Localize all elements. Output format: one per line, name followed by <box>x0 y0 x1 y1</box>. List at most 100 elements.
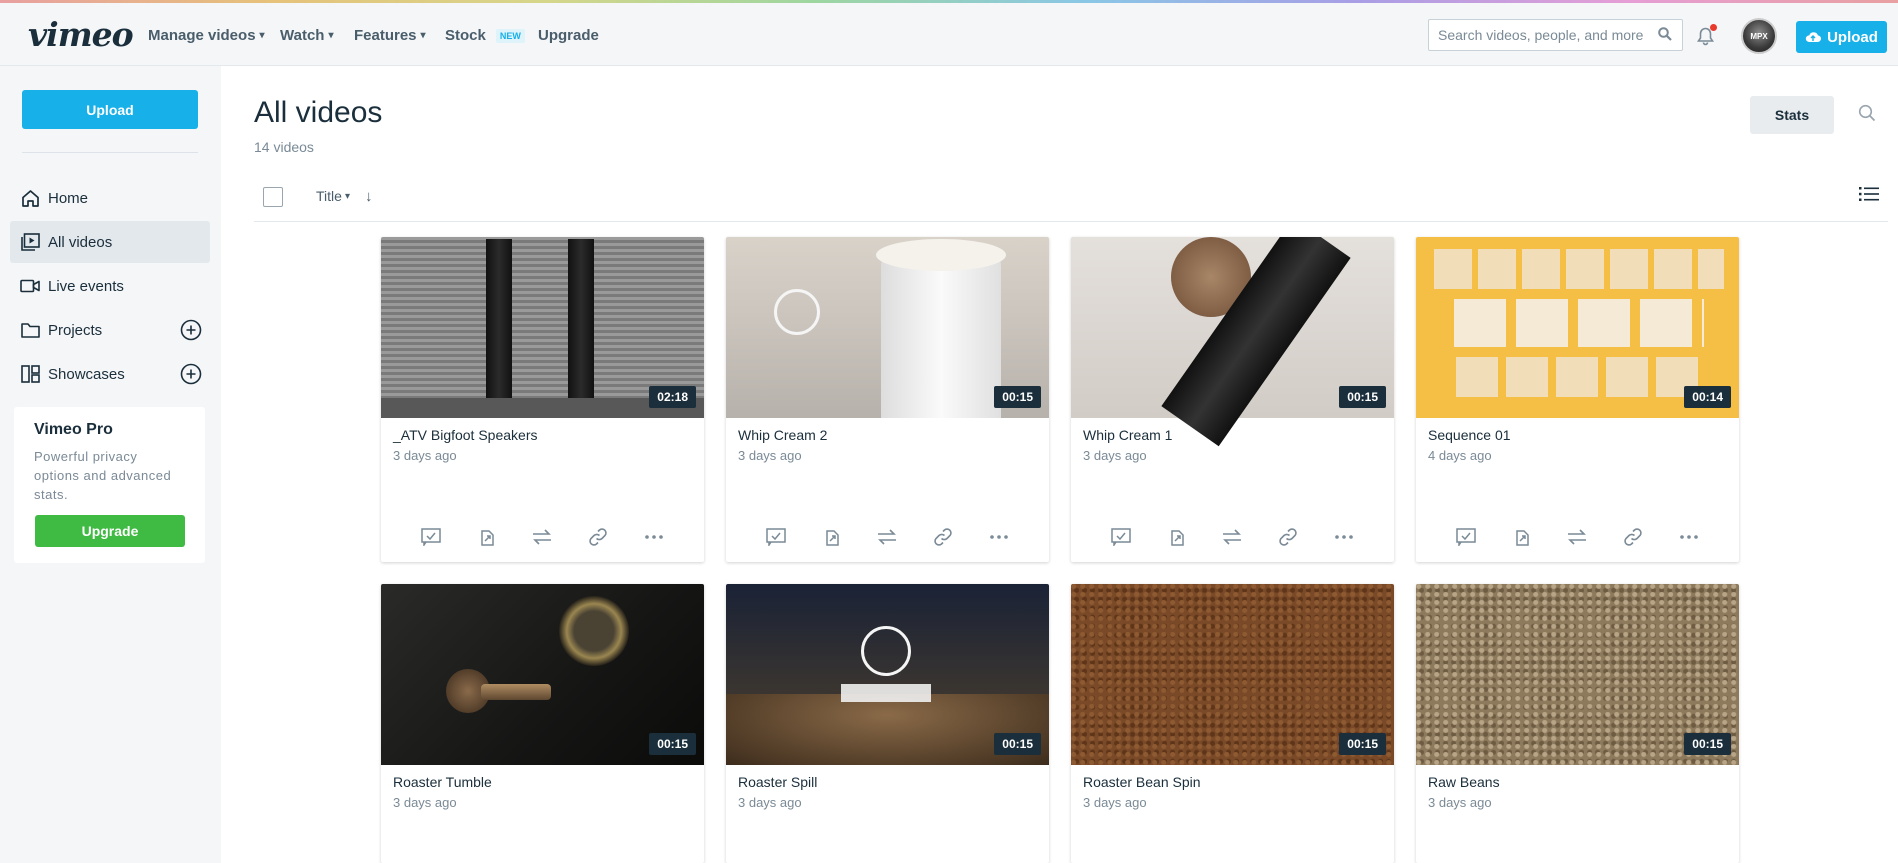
add-project-icon[interactable] <box>180 319 202 345</box>
video-date: 3 days ago <box>393 795 457 810</box>
sidebar-item-projects[interactable]: Projects <box>10 309 210 351</box>
duration-badge: 02:18 <box>649 386 696 408</box>
link-icon[interactable] <box>1276 525 1300 549</box>
nav-manage-videos-label: Manage videos <box>148 27 256 44</box>
review-icon[interactable] <box>1109 525 1133 549</box>
video-card[interactable]: 00:15 Raw Beans 3 days ago <box>1416 584 1739 863</box>
review-icon[interactable] <box>764 525 788 549</box>
video-thumbnail[interactable]: 00:15 <box>381 584 704 765</box>
list-view-icon[interactable] <box>1859 186 1879 207</box>
video-title[interactable]: Roaster Bean Spin <box>1083 774 1394 790</box>
new-badge: NEW <box>495 28 525 43</box>
share-icon[interactable] <box>1165 525 1189 549</box>
more-icon[interactable] <box>987 525 1011 549</box>
more-icon[interactable] <box>642 525 666 549</box>
share-icon[interactable] <box>820 525 844 549</box>
video-card[interactable]: 00:15 Roaster Bean Spin 3 days ago <box>1071 584 1394 863</box>
sidebar-upload-button[interactable]: Upload <box>22 90 198 129</box>
sidebar-item-showcases[interactable]: Showcases <box>10 353 210 395</box>
promo-upgrade-button[interactable]: Upgrade <box>35 515 185 547</box>
replace-icon[interactable] <box>875 525 899 549</box>
sidebar-item-label: All videos <box>48 233 113 251</box>
replace-icon[interactable] <box>1220 525 1244 549</box>
video-thumbnail[interactable]: 00:15 <box>1071 237 1394 447</box>
select-all-checkbox[interactable] <box>263 187 283 207</box>
upload-button[interactable]: Upload <box>1796 21 1887 53</box>
video-card[interactable]: 00:15 Roaster Spill 3 days ago <box>726 584 1049 863</box>
camellia-wordmark <box>841 684 931 702</box>
share-icon[interactable] <box>475 525 499 549</box>
video-card[interactable]: 02:18 _ATV Bigfoot Speakers 3 days ago <box>381 237 704 562</box>
video-title[interactable]: Whip Cream 1 <box>1083 427 1394 443</box>
nav-upgrade[interactable]: Upgrade <box>538 27 599 44</box>
replace-icon[interactable] <box>530 525 554 549</box>
nav-stock[interactable]: Stock NEW <box>445 27 525 44</box>
nav-features-label: Features <box>354 27 417 44</box>
nav-features[interactable]: Features ▾ <box>354 27 426 44</box>
video-title[interactable]: _ATV Bigfoot Speakers <box>393 427 704 443</box>
replace-icon[interactable] <box>1565 525 1589 549</box>
duration-badge: 00:15 <box>1684 733 1731 755</box>
video-title[interactable]: Raw Beans <box>1428 774 1739 790</box>
video-date: 3 days ago <box>1083 448 1147 463</box>
video-thumbnail[interactable]: 00:15 <box>1416 584 1739 765</box>
card-actions <box>381 525 704 549</box>
sidebar-item-home[interactable]: Home <box>10 177 210 219</box>
sidebar: Upload Home All videos Live events Proje… <box>0 66 221 863</box>
video-count: 14 videos <box>254 139 314 155</box>
chevron-down-icon: ▾ <box>259 30 265 41</box>
vimeo-pro-promo: Vimeo Pro Powerful privacy options and a… <box>14 407 205 563</box>
coffee-cup-image <box>881 257 1001 418</box>
video-date: 3 days ago <box>738 795 802 810</box>
camellia-logo <box>861 626 911 676</box>
video-card[interactable]: 00:14 Sequence 01 4 days ago <box>1416 237 1739 562</box>
video-card[interactable]: 00:15 Whip Cream 1 3 days ago <box>1071 237 1394 562</box>
more-icon[interactable] <box>1332 525 1356 549</box>
video-date: 3 days ago <box>738 448 802 463</box>
sidebar-item-label: Projects <box>48 321 103 339</box>
nav-stock-label: Stock <box>445 27 486 44</box>
vimeo-logo[interactable]: vimeo <box>28 15 134 54</box>
search-icon[interactable] <box>1858 104 1876 127</box>
video-thumbnail[interactable]: 00:15 <box>1071 584 1394 765</box>
video-title[interactable]: Roaster Tumble <box>393 774 704 790</box>
sort-dropdown[interactable]: Title ▾ <box>316 188 350 204</box>
video-thumbnail[interactable]: 00:15 <box>726 584 1049 765</box>
chevron-down-icon: ▾ <box>344 190 350 202</box>
review-icon[interactable] <box>1454 525 1478 549</box>
share-icon[interactable] <box>1510 525 1534 549</box>
search-input[interactable] <box>1429 20 1644 50</box>
sidebar-item-all-videos[interactable]: All videos <box>10 221 210 263</box>
sidebar-item-label: Home <box>48 189 89 207</box>
speaker-image <box>486 239 512 418</box>
main-content: All videos 14 videos Stats Title ▾ ↓ 02:… <box>221 66 1898 863</box>
nav-manage-videos[interactable]: Manage videos ▾ <box>148 27 265 44</box>
video-title[interactable]: Roaster Spill <box>738 774 1049 790</box>
add-showcase-icon[interactable] <box>180 363 202 389</box>
video-title[interactable]: Whip Cream 2 <box>738 427 1049 443</box>
stats-button[interactable]: Stats <box>1750 96 1834 134</box>
nav-watch[interactable]: Watch ▾ <box>280 27 333 44</box>
link-icon[interactable] <box>931 525 955 549</box>
avatar[interactable]: MPX <box>1741 18 1777 54</box>
review-icon[interactable] <box>419 525 443 549</box>
more-icon[interactable] <box>1677 525 1701 549</box>
video-title[interactable]: Sequence 01 <box>1428 427 1739 443</box>
link-icon[interactable] <box>586 525 610 549</box>
duration-badge: 00:15 <box>994 733 1041 755</box>
roaster-window-image <box>559 596 629 666</box>
speaker-image <box>568 239 594 418</box>
link-icon[interactable] <box>1621 525 1645 549</box>
video-card[interactable]: 00:15 Whip Cream 2 3 days ago <box>726 237 1049 562</box>
video-thumbnail[interactable]: 00:15 <box>726 237 1049 418</box>
video-thumbnail[interactable]: 00:14 <box>1416 237 1739 418</box>
title-graphic <box>1434 249 1724 289</box>
video-thumbnail[interactable]: 02:18 <box>381 237 704 418</box>
promo-title: Vimeo Pro <box>34 421 113 438</box>
sidebar-item-live-events[interactable]: Live events <box>10 265 210 307</box>
sidebar-item-label: Showcases <box>48 365 125 383</box>
video-card[interactable]: 00:15 Roaster Tumble 3 days ago <box>381 584 704 863</box>
search-icon[interactable] <box>1658 27 1672 46</box>
notifications-bell-icon[interactable] <box>1697 24 1717 51</box>
sort-direction-arrow-icon[interactable]: ↓ <box>365 188 373 205</box>
